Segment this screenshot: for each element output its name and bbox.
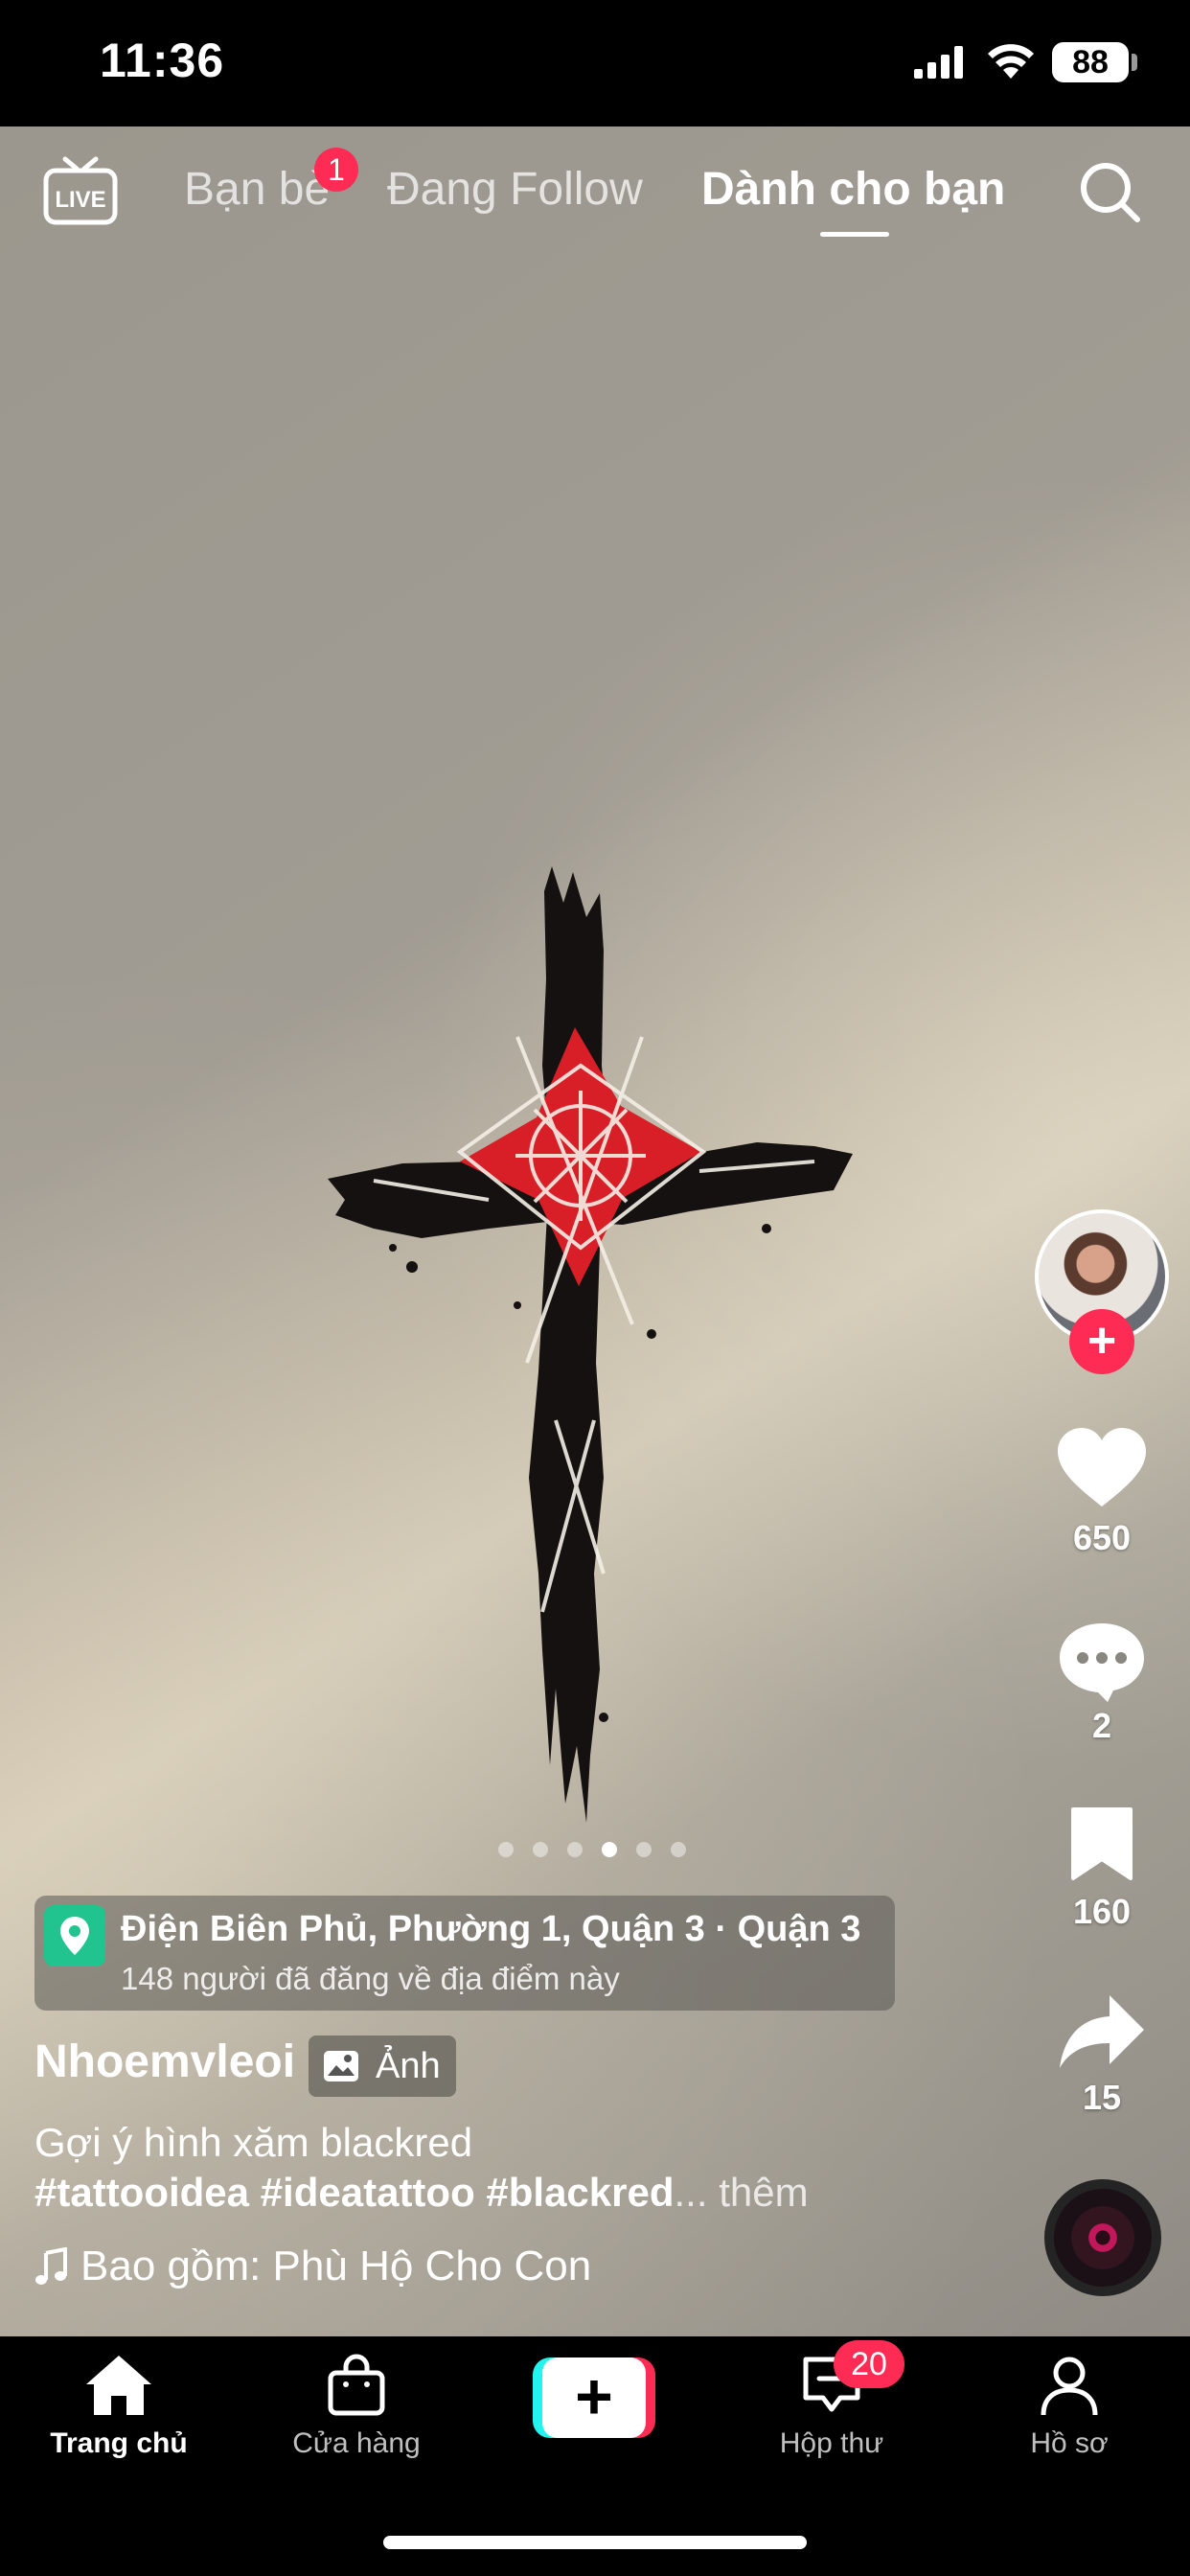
status-bar: 11:36 88 xyxy=(0,0,1190,126)
music-title: Bao gồm: Phù Hộ Cho Con xyxy=(80,2242,592,2289)
photo-type-badge: Ảnh xyxy=(309,2036,456,2097)
tab-following[interactable]: Đang Follow xyxy=(387,163,643,216)
profile-icon xyxy=(1041,2357,1098,2416)
nav-profile-label: Hồ sơ xyxy=(1030,2427,1109,2459)
bookmark-icon[interactable] xyxy=(1056,1806,1148,1882)
follow-button[interactable]: + xyxy=(1069,1309,1134,1374)
battery-indicator: 88 xyxy=(1052,42,1129,82)
save-count: 160 xyxy=(1072,1892,1132,1931)
home-icon xyxy=(86,2356,151,2415)
tab-friends[interactable]: Bạn bè xyxy=(184,163,330,216)
creator-username[interactable]: Nhoemvleoi xyxy=(34,2036,295,2088)
cellular-signal-icon xyxy=(914,46,963,79)
share-icon[interactable] xyxy=(1056,1991,1148,2072)
post-hashtags[interactable]: #tattooidea #ideatattoo #blackred... thê… xyxy=(34,2170,809,2216)
nav-home[interactable]: Trang chủ xyxy=(23,2354,215,2460)
location-pin-icon xyxy=(44,1905,105,1966)
see-more-link[interactable]: thêm xyxy=(708,2170,808,2215)
music-info[interactable]: Bao gồm: Phù Hộ Cho Con xyxy=(34,2242,591,2290)
page-dot xyxy=(671,1842,686,1857)
nav-shop-label: Cửa hàng xyxy=(292,2427,421,2459)
svg-text:LIVE: LIVE xyxy=(55,187,105,213)
image-pagination xyxy=(498,1842,686,1857)
comment-count: 2 xyxy=(1091,1706,1112,1745)
shopping-bag-icon xyxy=(328,2354,385,2416)
battery-tip xyxy=(1132,54,1137,71)
active-tab-indicator xyxy=(820,232,889,237)
page-dot xyxy=(533,1842,548,1857)
location-chip[interactable]: Điện Biên Phủ, Phường 1, Quận 3 · Quận 3… xyxy=(34,1896,895,2011)
share-count: 15 xyxy=(1082,2078,1122,2117)
heart-icon[interactable] xyxy=(1056,1426,1148,1508)
page-dot xyxy=(636,1842,652,1857)
wifi-icon xyxy=(988,44,1034,79)
friends-notification-badge: 1 xyxy=(314,148,358,192)
hashtags-text[interactable]: #tattooidea #ideatattoo #blackred xyxy=(34,2170,675,2215)
create-button[interactable]: + xyxy=(533,2358,655,2438)
home-indicator[interactable] xyxy=(383,2536,807,2549)
music-note-icon xyxy=(35,2246,67,2285)
location-subtitle: 148 người đã đăng về địa điểm này xyxy=(121,1961,620,1996)
inbox-notification-badge: 20 xyxy=(834,2340,904,2388)
cross-tattoo-artwork xyxy=(328,866,853,1823)
nav-home-label: Trang chủ xyxy=(50,2427,188,2459)
page-dot-active xyxy=(602,1842,617,1857)
search-icon[interactable] xyxy=(1077,159,1142,224)
like-count: 650 xyxy=(1072,1518,1132,1557)
status-time: 11:36 xyxy=(100,34,225,87)
nav-inbox-label: Hộp thư xyxy=(779,2427,884,2459)
comment-icon[interactable] xyxy=(1056,1620,1148,1704)
tab-for-you[interactable]: Dành cho bạn xyxy=(701,163,1005,216)
create-plus-icon: + xyxy=(542,2358,646,2438)
photo-type-label: Ảnh xyxy=(376,2046,441,2086)
music-disc[interactable] xyxy=(1044,2179,1161,2296)
page-dot xyxy=(567,1842,583,1857)
image-icon xyxy=(324,2051,358,2082)
nav-profile[interactable]: Hồ sơ xyxy=(973,2354,1165,2460)
caption-ellipsis: ... xyxy=(674,2170,708,2215)
page-dot xyxy=(498,1842,514,1857)
live-icon[interactable]: LIVE xyxy=(42,155,119,226)
nav-shop[interactable]: Cửa hàng xyxy=(261,2354,452,2460)
location-title: Điện Biên Phủ, Phường 1, Quận 3 · Quận 3 xyxy=(121,1909,861,1949)
post-caption: Gợi ý hình xăm blackred xyxy=(34,2120,473,2165)
